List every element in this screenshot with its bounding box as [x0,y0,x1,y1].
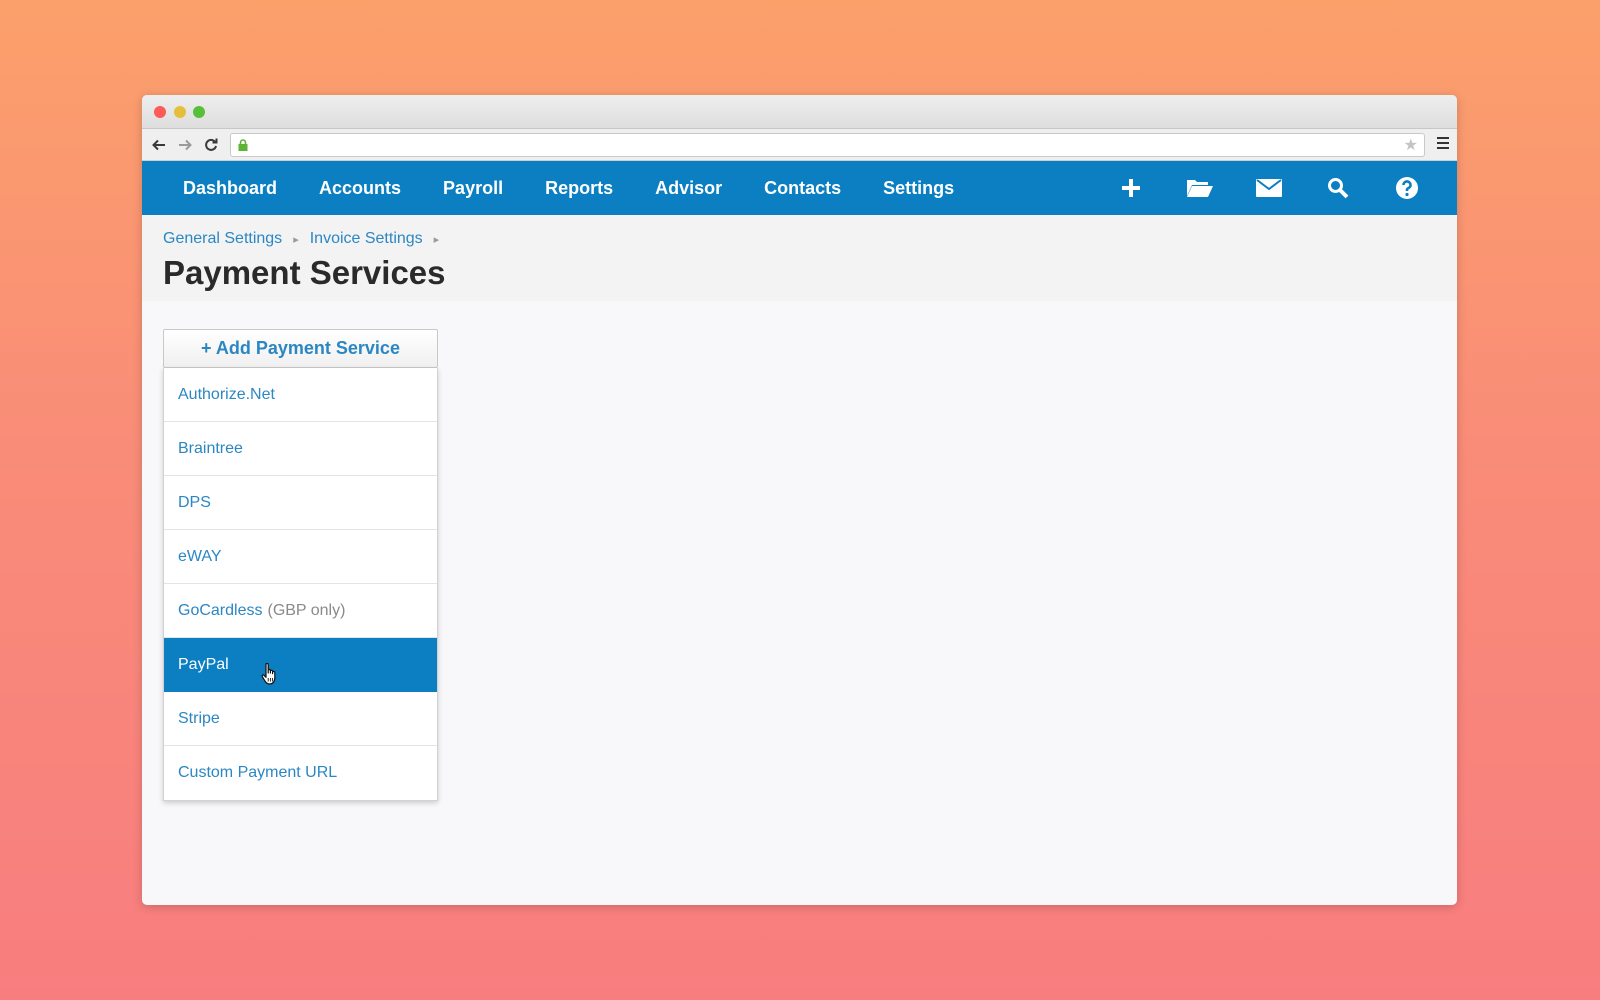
payment-service-dropdown: Authorize.Net Braintree DPS eWAY GoCardl… [163,368,438,801]
nav-accounts[interactable]: Accounts [298,161,422,215]
nav-reports[interactable]: Reports [524,161,634,215]
breadcrumb-separator-icon: ▸ [433,233,440,246]
envelope-icon [1255,179,1282,197]
breadcrumb-invoice-settings[interactable]: Invoice Settings [310,230,423,248]
browser-toolbar: ★ [142,129,1457,161]
dropdown-item-stripe[interactable]: Stripe [164,692,437,746]
dropdown-item-authorize-net[interactable]: Authorize.Net [164,368,437,422]
help-button[interactable] [1372,161,1441,215]
dropdown-item-eway[interactable]: eWAY [164,530,437,584]
close-window-button[interactable] [154,106,166,118]
help-icon [1395,177,1418,199]
folder-open-icon [1186,180,1213,197]
search-icon [1327,178,1348,199]
forward-button[interactable] [172,132,198,158]
page-title: Payment Services [163,254,446,291]
dropdown-item-label: Custom Payment URL [178,764,338,781]
dropdown-item-label: Stripe [178,709,220,727]
reload-button[interactable] [198,132,224,158]
dropdown-item-label: PayPal [178,655,229,673]
dropdown-item-note: (GBP only) [267,601,346,619]
hand-pointer-cursor-icon [261,662,276,685]
dropdown-item-label: Authorize.Net [178,385,275,403]
files-button[interactable] [1165,161,1234,215]
lock-icon [238,139,248,151]
breadcrumb: General Settings ▸ Invoice Settings ▸ [163,230,1436,248]
nav-advisor[interactable]: Advisor [634,161,743,215]
back-button[interactable] [146,132,172,158]
plus-icon [1121,179,1140,197]
add-new-button[interactable] [1096,161,1165,215]
dropdown-item-label: GoCardless [178,601,263,619]
add-payment-service-button[interactable]: + Add Payment Service [163,329,438,368]
app-navigation: Dashboard Accounts Payroll Reports Advis… [142,161,1457,215]
dropdown-item-gocardless[interactable]: GoCardless (GBP only) [164,584,437,638]
messages-button[interactable] [1234,161,1303,215]
browser-window: ★ Dashboard Accounts Payroll Reports Adv… [142,95,1457,905]
main-content: + Add Payment Service Authorize.Net Brai… [142,301,1457,829]
dropdown-item-custom-payment-url[interactable]: Custom Payment URL [164,746,437,800]
reload-icon [205,138,218,151]
nav-dashboard[interactable]: Dashboard [162,161,298,215]
dropdown-item-label: eWAY [178,547,222,565]
dropdown-item-dps[interactable]: DPS [164,476,437,530]
dropdown-item-label: DPS [178,493,211,511]
title-bar [142,95,1457,129]
dropdown-item-paypal[interactable]: PayPal [164,638,437,692]
bookmark-star-icon[interactable]: ★ [1404,135,1418,155]
arrow-left-icon [152,139,165,150]
arrow-right-icon [179,139,192,150]
dropdown-item-braintree[interactable]: Braintree [164,422,437,476]
search-button[interactable] [1303,161,1372,215]
breadcrumb-separator-icon: ▸ [293,233,299,246]
breadcrumb-general-settings[interactable]: General Settings [163,230,282,248]
minimize-window-button[interactable] [174,106,186,118]
address-bar[interactable]: ★ [230,133,1425,157]
dropdown-item-label: Braintree [178,439,243,457]
nav-contacts[interactable]: Contacts [743,161,862,215]
nav-payroll[interactable]: Payroll [422,161,524,215]
nav-settings[interactable]: Settings [862,161,975,215]
maximize-window-button[interactable] [193,106,205,118]
page-header: General Settings ▸ Invoice Settings ▸ Pa… [142,215,1457,301]
browser-menu-icon[interactable] [1437,137,1449,152]
